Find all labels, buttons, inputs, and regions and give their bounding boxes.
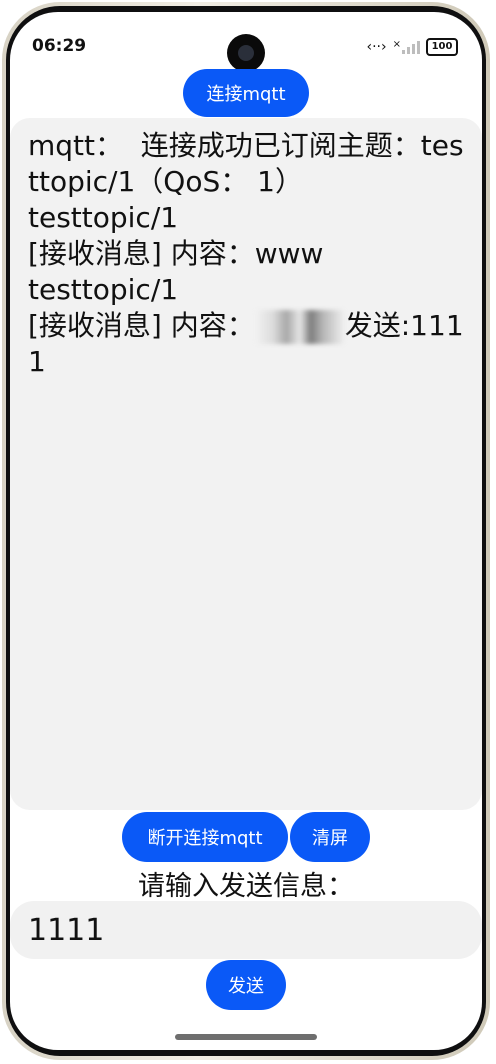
connect-mqtt-button[interactable]: 连接mqtt	[183, 69, 309, 117]
battery-icon: 100	[426, 38, 458, 56]
log-line: [接收消息] 内容：www	[28, 237, 324, 270]
signal-bar	[417, 41, 420, 54]
home-indicator[interactable]	[175, 1034, 317, 1040]
status-time: 06:29	[32, 36, 87, 56]
screen: 06:29 ‹··› × 100 连接mqtt mqtt： 连接成功已订阅主题：…	[10, 12, 482, 1050]
log-line: testtopic/1	[28, 201, 179, 234]
message-input[interactable]	[10, 901, 482, 959]
clear-screen-button[interactable]: 清屏	[290, 812, 370, 862]
page: 06:29 ‹··› × 100 连接mqtt mqtt： 连接成功已订阅主题：…	[0, 0, 496, 1064]
no-signal-mark: ×	[392, 39, 401, 50]
nfc-icon: ‹··›	[366, 39, 387, 55]
log-line: testtopic/1	[28, 272, 464, 308]
message-log[interactable]: mqtt： 连接成功已订阅主题：testtopic/1（QoS： 1） testt…	[10, 118, 482, 810]
camera-icon	[227, 34, 265, 72]
signal-bars	[402, 40, 420, 54]
log-line-prefix: [接收消息] 内容：	[28, 309, 255, 342]
signal-bar	[402, 50, 405, 54]
camera-lens	[238, 45, 254, 61]
log-line: [接收消息] 内容： 发送:1111	[28, 308, 464, 380]
redacted-block	[254, 310, 345, 344]
log-line: mqtt： 连接成功已订阅主题：testtopic/1（QoS： 1）	[28, 129, 464, 198]
signal-bar	[412, 44, 415, 54]
log-line-prefix: testtopic/1	[28, 273, 179, 306]
disconnect-mqtt-button[interactable]: 断开连接mqtt	[122, 812, 288, 862]
send-button[interactable]: 发送	[206, 960, 286, 1010]
status-icons: ‹··› × 100	[366, 38, 458, 56]
signal-bar	[407, 47, 410, 54]
signal-icon: ×	[393, 40, 420, 54]
send-prompt-label: 请输入发送信息：	[138, 871, 354, 902]
